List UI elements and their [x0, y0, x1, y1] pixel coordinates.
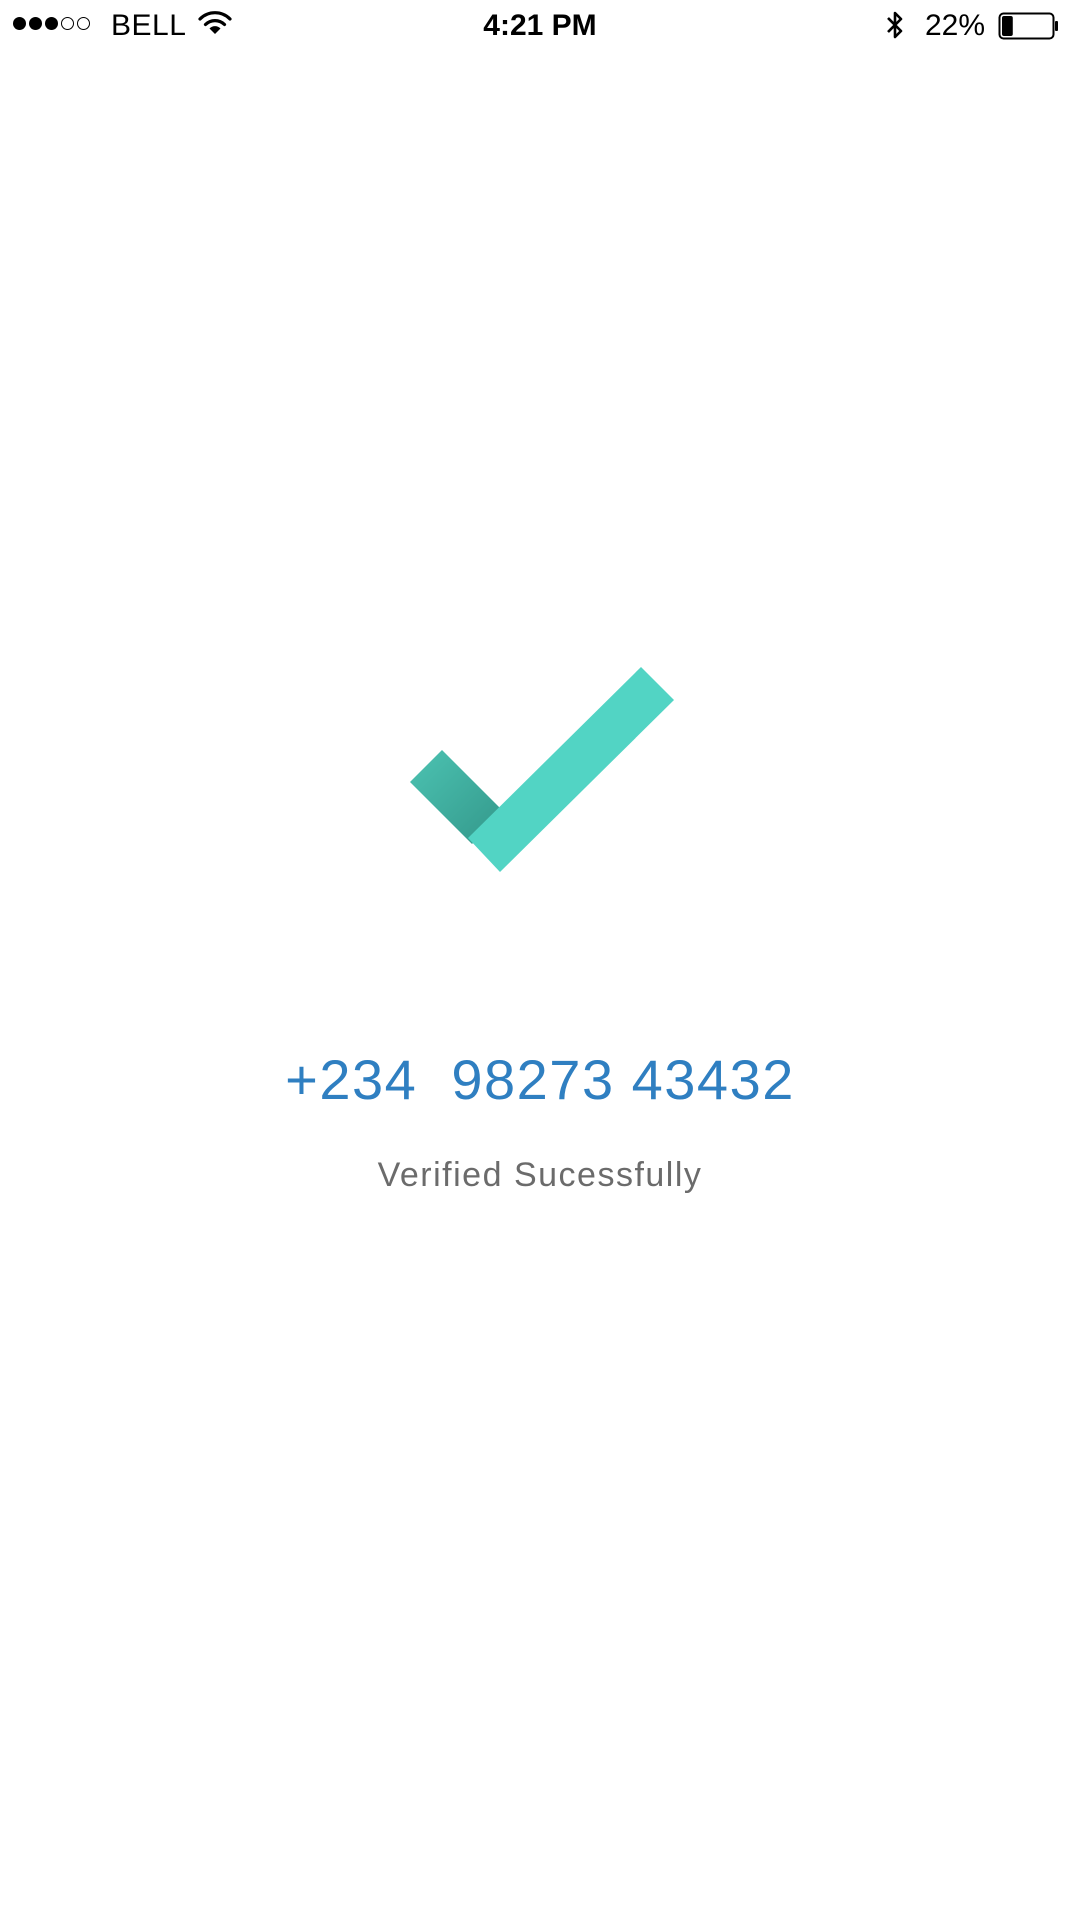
battery-icon: [998, 12, 1058, 40]
checkmark-icon: [410, 667, 674, 872]
battery-percentage: 22%: [925, 9, 986, 42]
bluetooth-icon: [887, 11, 903, 39]
verification-status-message: Verified Sucessfully: [377, 1156, 703, 1194]
clock: 4:21 PM: [483, 9, 597, 42]
phone-number: +234 98273 43432: [285, 1048, 795, 1111]
status-bar: BELL 4:21 PM 22%: [0, 0, 1080, 54]
